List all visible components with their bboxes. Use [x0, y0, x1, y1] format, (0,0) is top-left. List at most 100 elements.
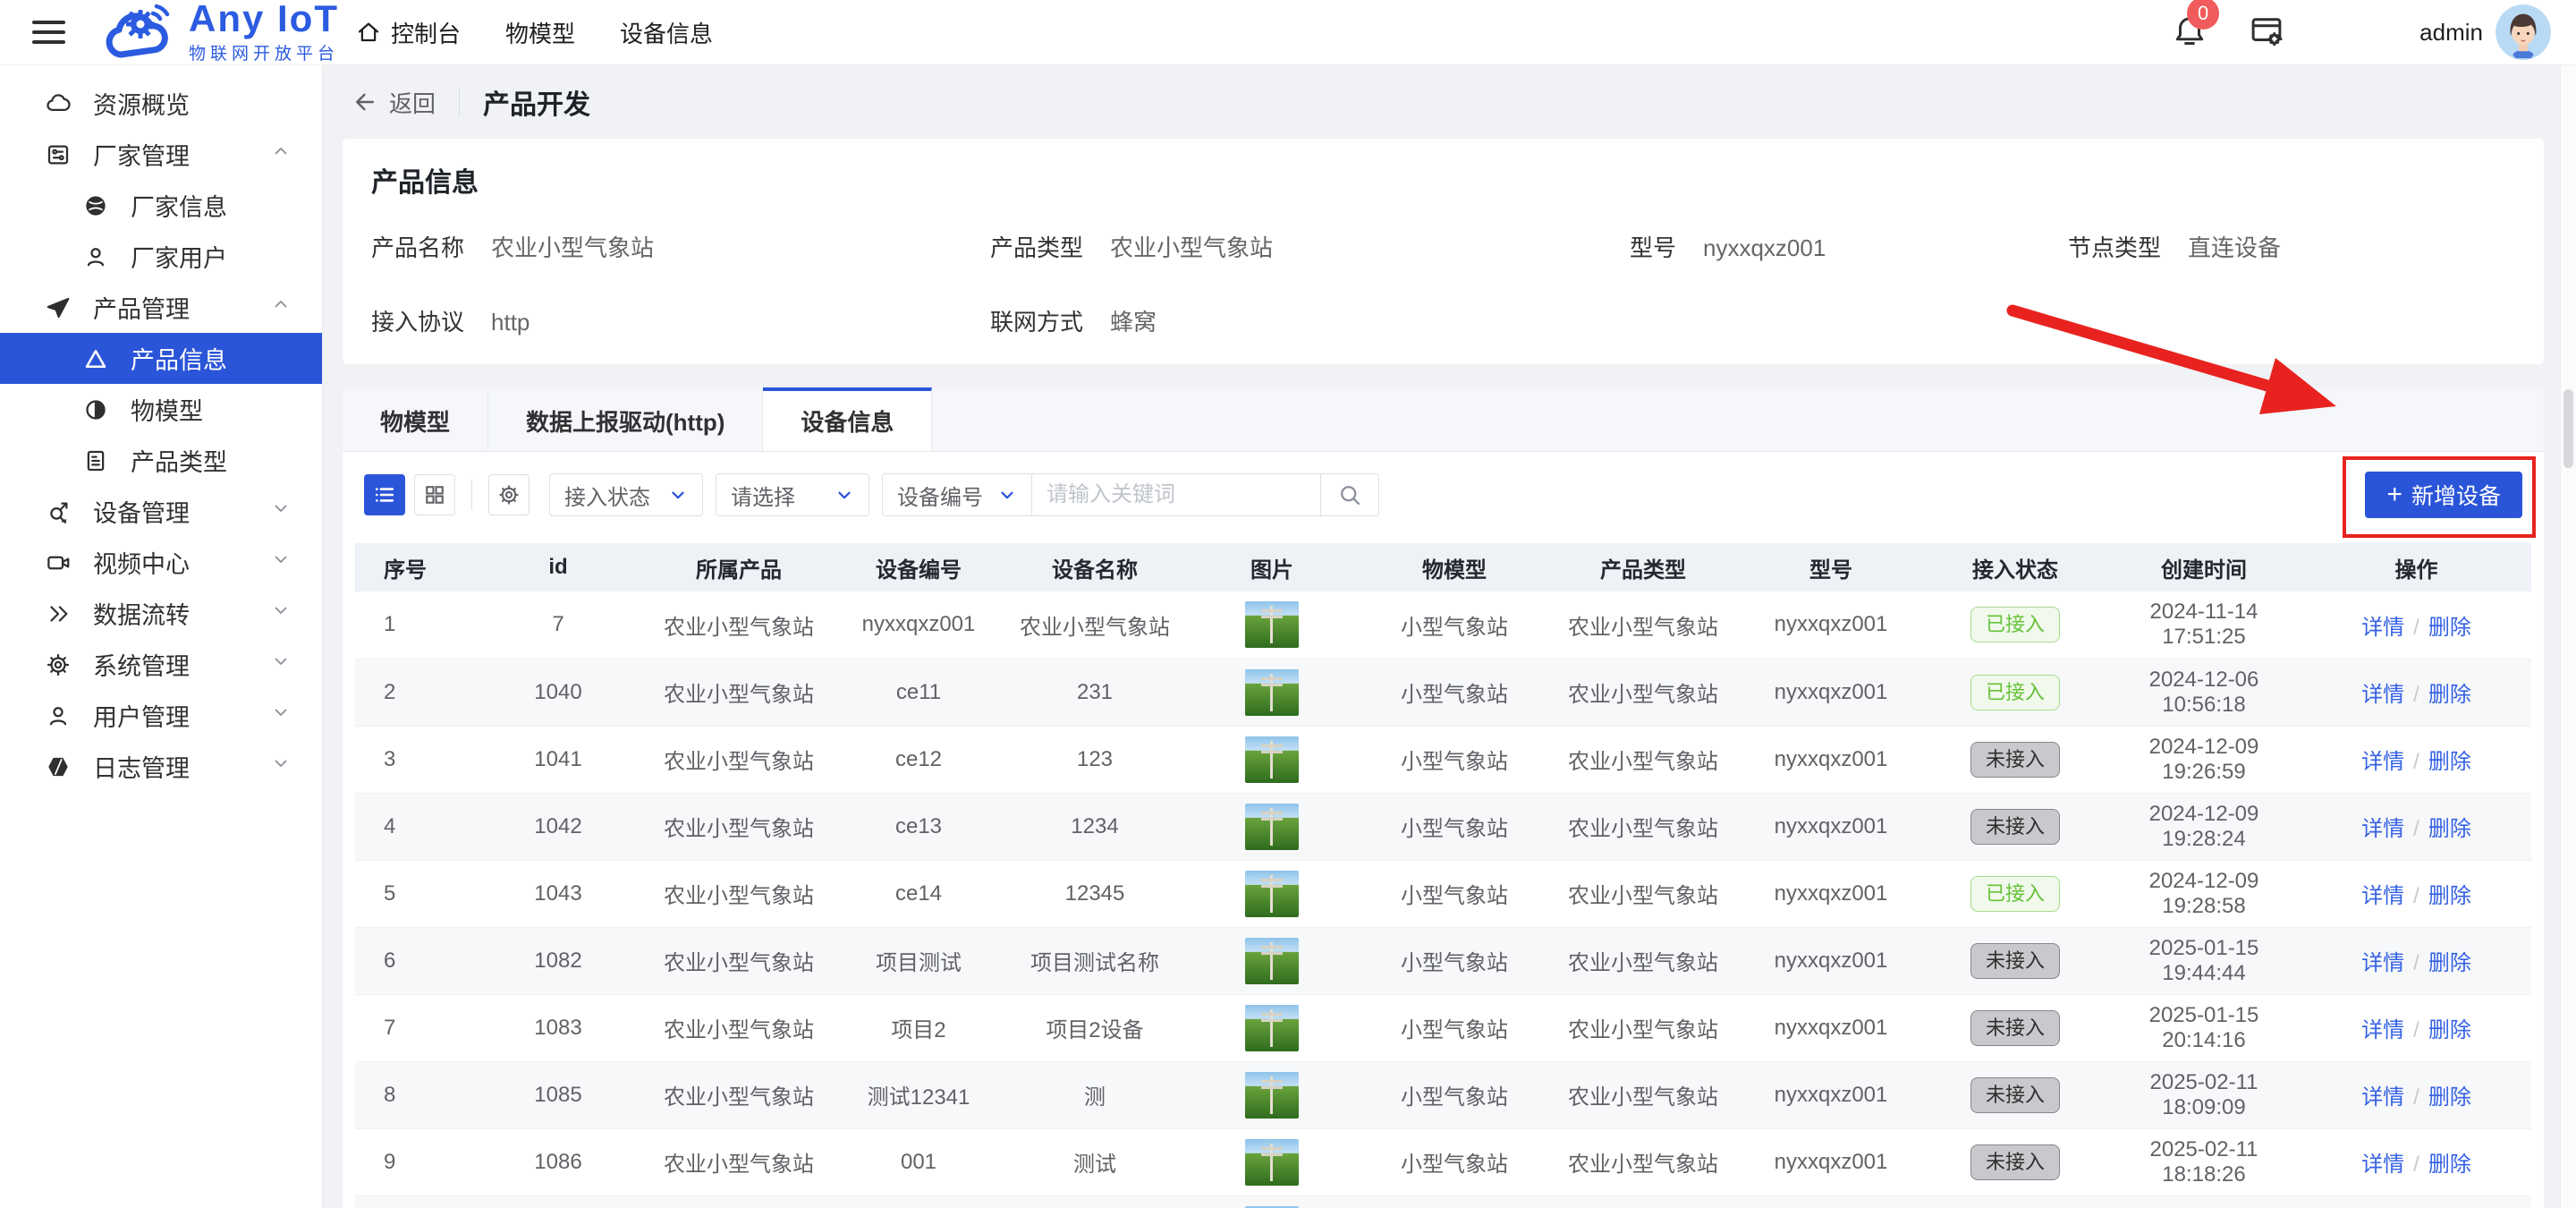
cell-code: 项目测试 — [831, 927, 1006, 994]
sidebar-item-13[interactable]: 用户管理 — [0, 690, 322, 741]
cell-actions: 详情/删除 — [2301, 1195, 2531, 1208]
status-badge: 已接入 — [1970, 675, 2060, 710]
detail-link[interactable]: 详情 — [2361, 616, 2404, 640]
device-icon — [43, 498, 73, 525]
cell-image — [1183, 659, 1360, 726]
cell-type: 农业小型气象站 — [1548, 860, 1738, 927]
keyword-search-group: 设备编号 — [882, 473, 1379, 516]
keyword-input[interactable] — [1032, 473, 1320, 516]
field-label: 接入协议 — [371, 304, 464, 337]
delete-link[interactable]: 删除 — [2428, 1018, 2471, 1042]
gear-icon — [496, 482, 521, 507]
sidebar-item-11[interactable]: 数据流转 — [0, 588, 322, 639]
cell-created: 2024-12-09 19:28:24 — [2106, 793, 2301, 860]
nav-item-1[interactable]: 控制台 — [355, 16, 461, 49]
detail-link[interactable]: 详情 — [2361, 750, 2404, 774]
sidebar-item-7[interactable]: 物模型 — [0, 384, 322, 435]
add-device-button[interactable]: + 新增设备 — [2365, 472, 2522, 518]
topbar: Any IoT 物联网开放平台 控制台物模型设备信息 0 — [0, 0, 2576, 65]
cell-actions: 详情/删除 — [2301, 659, 2531, 726]
field-label: 产品名称 — [371, 230, 464, 263]
cell-image — [1183, 994, 1360, 1061]
sidebar-item-3[interactable]: 厂家信息 — [0, 180, 322, 231]
sidebar-item-1[interactable]: 资源概览 — [0, 78, 322, 129]
globe-icon — [80, 192, 111, 219]
search-field-select[interactable]: 设备编号 — [882, 473, 1032, 516]
nav-item-3[interactable]: 设备信息 — [620, 16, 713, 49]
value-filter-select[interactable]: 请选择 — [716, 473, 869, 516]
cell-type: 农业小型气象站 — [1548, 1195, 1738, 1208]
action-separator: / — [2413, 616, 2419, 640]
cell-status: 未接入 — [1924, 927, 2106, 994]
cell-model-no: nyxxqxz001 — [1738, 1128, 1924, 1195]
cell-seq: 8 — [355, 1061, 470, 1128]
delete-link[interactable]: 删除 — [2428, 616, 2471, 640]
search-icon — [1336, 481, 1363, 508]
sidebar-item-9[interactable]: 设备管理 — [0, 486, 322, 537]
nav-item-2[interactable]: 物模型 — [505, 16, 575, 49]
cell-product: 农业小型气象站 — [647, 591, 831, 659]
detail-link[interactable]: 详情 — [2361, 951, 2404, 975]
delete-link[interactable]: 删除 — [2428, 951, 2471, 975]
detail-link[interactable]: 详情 — [2361, 683, 2404, 707]
cell-id: 1086 — [470, 1128, 647, 1195]
detail-link[interactable]: 详情 — [2361, 884, 2404, 908]
list-view-button[interactable] — [364, 474, 405, 515]
sidebar-item-2[interactable]: 厂家管理 — [0, 129, 322, 180]
device-image — [1245, 736, 1299, 783]
page-header: 返回 产品开发 — [323, 65, 2576, 139]
chevron-down-icon — [270, 549, 292, 576]
grid-view-button[interactable] — [414, 474, 455, 515]
sidebar-item-label: 日志管理 — [93, 749, 190, 784]
tab-3[interactable]: 设备信息 — [763, 387, 932, 451]
workbench-button[interactable] — [2248, 12, 2285, 54]
detail-link[interactable]: 详情 — [2361, 1085, 2404, 1110]
vertical-scrollbar[interactable] — [2560, 65, 2576, 1208]
sidebar-item-4[interactable]: 厂家用户 — [0, 231, 322, 282]
sidebar-item-14[interactable]: 日志管理 — [0, 741, 322, 792]
column-settings-button[interactable] — [488, 474, 530, 515]
delete-link[interactable]: 删除 — [2428, 1085, 2471, 1110]
hamburger-menu-icon[interactable] — [32, 14, 65, 50]
cell-product: 农业小型气象站 — [647, 793, 831, 860]
delete-link[interactable]: 删除 — [2428, 750, 2471, 774]
sidebar-item-5[interactable]: 产品管理 — [0, 282, 322, 333]
cell-name: 项目测试名称 — [1006, 927, 1183, 994]
search-button[interactable] — [1320, 473, 1379, 516]
chevron-up-icon — [270, 293, 292, 321]
tab-2[interactable]: 数据上报驱动(http) — [488, 387, 763, 451]
status-filter-select[interactable]: 接入状态 — [549, 473, 703, 516]
sidebar-item-6[interactable]: 产品信息 — [0, 333, 322, 384]
sidebar-item-label: 产品信息 — [131, 341, 227, 376]
cell-image — [1183, 1195, 1360, 1208]
sidebar-item-10[interactable]: 视频中心 — [0, 537, 322, 588]
cell-image — [1183, 726, 1360, 793]
detail-link[interactable]: 详情 — [2361, 1153, 2404, 1177]
cell-seq: 3 — [355, 726, 470, 793]
cell-name: 农业小型气象站 — [1006, 591, 1183, 659]
delete-link[interactable]: 删除 — [2428, 683, 2471, 707]
tab-1[interactable]: 物模型 — [343, 387, 488, 451]
detail-link[interactable]: 详情 — [2361, 817, 2404, 841]
notifications-button[interactable]: 0 — [2171, 12, 2208, 54]
cell-name: 12345 — [1006, 860, 1183, 927]
cell-product: 农业小型气象站 — [647, 1128, 831, 1195]
sidebar-item-12[interactable]: 系统管理 — [0, 639, 322, 690]
delete-link[interactable]: 删除 — [2428, 817, 2471, 841]
device-image — [1245, 804, 1299, 850]
column-header: 创建时间 — [2106, 543, 2301, 591]
plus-icon: + — [2386, 481, 2402, 508]
cell-model: 小型气象站 — [1360, 1195, 1548, 1208]
sidebar-item-label: 厂家管理 — [93, 137, 190, 172]
delete-link[interactable]: 删除 — [2428, 884, 2471, 908]
avatar[interactable] — [2496, 4, 2551, 60]
sidebar-item-8[interactable]: 产品类型 — [0, 435, 322, 486]
cell-id: 1043 — [470, 860, 647, 927]
nav-item-label: 设备信息 — [620, 16, 713, 49]
detail-link[interactable]: 详情 — [2361, 1018, 2404, 1042]
cell-status: 未接入 — [1924, 793, 2106, 860]
delete-link[interactable]: 删除 — [2428, 1153, 2471, 1177]
scrollbar-thumb[interactable] — [2563, 389, 2573, 468]
back-button[interactable]: 返回 — [352, 86, 436, 119]
cell-product: 农业小型气象站 — [647, 994, 831, 1061]
